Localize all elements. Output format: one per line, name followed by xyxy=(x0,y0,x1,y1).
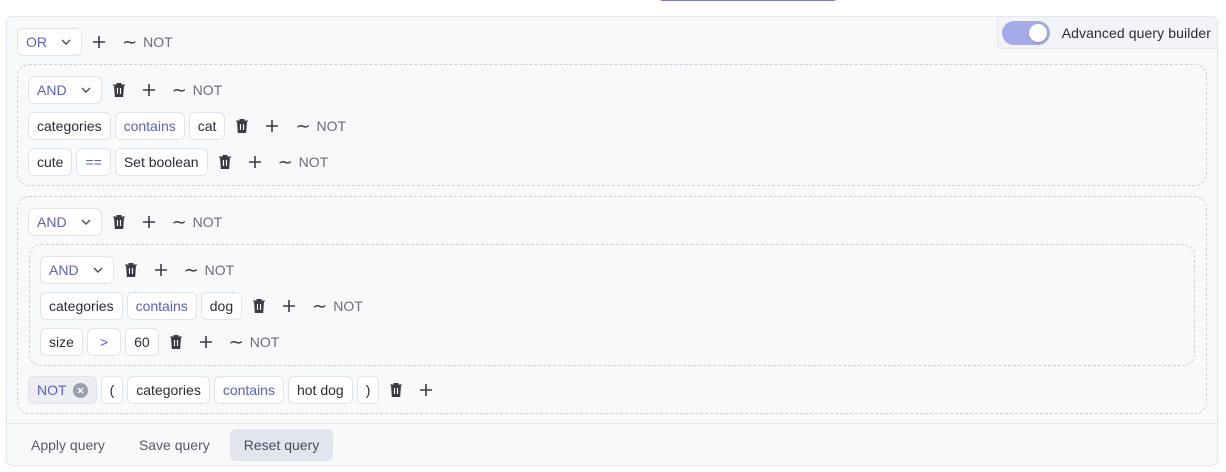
group-2-combinator-select[interactable]: AND xyxy=(28,208,102,236)
chevron-down-icon xyxy=(93,267,103,273)
rule-row: categories contains dog ∼ NOT xyxy=(40,291,369,321)
group-2-header: AND ∼ NOT xyxy=(28,207,228,237)
query-footer: Apply query Save query Reset query xyxy=(7,423,1217,465)
top-tab-indicator xyxy=(657,0,839,1)
root-combinator-value: OR xyxy=(26,34,47,50)
chevron-down-icon xyxy=(81,219,91,225)
add-icon[interactable] xyxy=(259,112,285,140)
apply-query-button[interactable]: Apply query xyxy=(17,429,119,461)
not-toggle-button[interactable]: ∼ NOT xyxy=(166,76,229,104)
inner-group-header: AND ∼ NOT xyxy=(40,255,240,285)
toggle-knob xyxy=(1028,23,1047,42)
not-badge-label: NOT xyxy=(37,382,67,398)
rule-operator[interactable]: contains xyxy=(126,292,197,320)
rule-value[interactable]: hot dog xyxy=(287,376,353,404)
rule-row: categories contains cat ∼ NOT xyxy=(28,111,352,141)
tilde-icon: ∼ xyxy=(122,32,138,52)
add-icon[interactable] xyxy=(242,148,268,176)
not-toggle-button[interactable]: ∼ NOT xyxy=(306,292,369,320)
chevron-down-icon xyxy=(61,39,71,45)
rule-value[interactable]: 60 xyxy=(125,328,159,356)
not-label: NOT xyxy=(316,118,347,134)
trash-icon[interactable] xyxy=(383,376,409,404)
reset-query-button[interactable]: Reset query xyxy=(229,428,334,461)
not-label: NOT xyxy=(333,298,363,314)
rule-row: cute == Set boolean ∼ NOT xyxy=(28,147,334,177)
advanced-toggle-container: Advanced query builder xyxy=(996,17,1217,49)
rule-field[interactable]: categories xyxy=(28,112,111,140)
negated-rule-row: NOT ( categories contains hot dog ) xyxy=(28,375,439,405)
root-combinator-select[interactable]: OR xyxy=(17,28,82,56)
inner-combinator-value: AND xyxy=(49,262,79,278)
add-icon[interactable] xyxy=(136,76,162,104)
trash-icon[interactable] xyxy=(118,256,144,284)
advanced-query-label: Advanced query builder xyxy=(1061,24,1211,41)
advanced-query-toggle[interactable] xyxy=(1001,20,1050,45)
add-icon[interactable] xyxy=(413,376,439,404)
add-icon[interactable] xyxy=(276,292,302,320)
rule-field[interactable]: cute xyxy=(28,148,73,176)
rule-value[interactable]: cat xyxy=(188,112,226,140)
not-toggle-button[interactable]: ∼ NOT xyxy=(272,148,335,176)
rule-row: size > 60 ∼ NOT xyxy=(40,327,285,357)
rule-operator[interactable]: contains xyxy=(213,376,284,404)
inner-combinator-select[interactable]: AND xyxy=(40,256,114,284)
not-label: NOT xyxy=(192,214,223,230)
rule-operator[interactable]: > xyxy=(86,328,122,356)
chevron-down-icon xyxy=(81,87,91,93)
not-toggle-button[interactable]: ∼ NOT xyxy=(223,328,286,356)
tilde-icon: ∼ xyxy=(183,260,199,280)
tilde-icon: ∼ xyxy=(171,80,187,100)
tilde-icon: ∼ xyxy=(228,332,244,352)
root-group-header: OR ∼ NOT xyxy=(17,27,179,57)
query-builder-panel: Advanced query builder OR ∼ NOT AND ∼ NOT … xyxy=(6,16,1218,466)
not-label: NOT xyxy=(204,262,235,278)
group-2-combinator-value: AND xyxy=(37,214,67,230)
group-1-combinator-select[interactable]: AND xyxy=(28,76,102,104)
not-toggle-button[interactable]: ∼ NOT xyxy=(289,112,352,140)
trash-icon[interactable] xyxy=(229,112,255,140)
trash-icon[interactable] xyxy=(163,328,189,356)
rule-value[interactable]: Set boolean xyxy=(114,148,208,176)
rule-operator[interactable]: == xyxy=(76,148,111,176)
trash-icon[interactable] xyxy=(106,208,132,236)
close-paren: ) xyxy=(356,376,380,404)
not-badge[interactable]: NOT xyxy=(28,376,97,404)
tilde-icon: ∼ xyxy=(312,296,328,316)
add-icon[interactable] xyxy=(136,208,162,236)
not-toggle-button[interactable]: ∼ NOT xyxy=(116,28,179,56)
close-icon[interactable] xyxy=(72,382,88,398)
rule-field[interactable]: categories xyxy=(127,376,210,404)
group-1-header: AND ∼ NOT xyxy=(28,75,228,105)
add-icon[interactable] xyxy=(148,256,174,284)
tilde-icon: ∼ xyxy=(171,212,187,232)
open-paren: ( xyxy=(100,376,124,404)
trash-icon[interactable] xyxy=(212,148,238,176)
rule-field[interactable]: categories xyxy=(40,292,123,320)
trash-icon[interactable] xyxy=(106,76,132,104)
add-icon[interactable] xyxy=(193,328,219,356)
trash-icon[interactable] xyxy=(246,292,272,320)
group-1-combinator-value: AND xyxy=(37,82,67,98)
not-label: NOT xyxy=(298,154,329,170)
tilde-icon: ∼ xyxy=(277,152,293,172)
save-query-button[interactable]: Save query xyxy=(125,429,224,461)
add-icon[interactable] xyxy=(86,28,112,56)
not-toggle-button[interactable]: ∼ NOT xyxy=(178,256,241,284)
rule-operator[interactable]: contains xyxy=(114,112,185,140)
not-label: NOT xyxy=(143,34,173,50)
not-toggle-button[interactable]: ∼ NOT xyxy=(166,208,229,236)
tilde-icon: ∼ xyxy=(295,116,311,136)
rule-field[interactable]: size xyxy=(40,328,83,356)
not-label: NOT xyxy=(249,334,280,350)
not-label: NOT xyxy=(192,82,223,98)
rule-value[interactable]: dog xyxy=(200,292,243,320)
